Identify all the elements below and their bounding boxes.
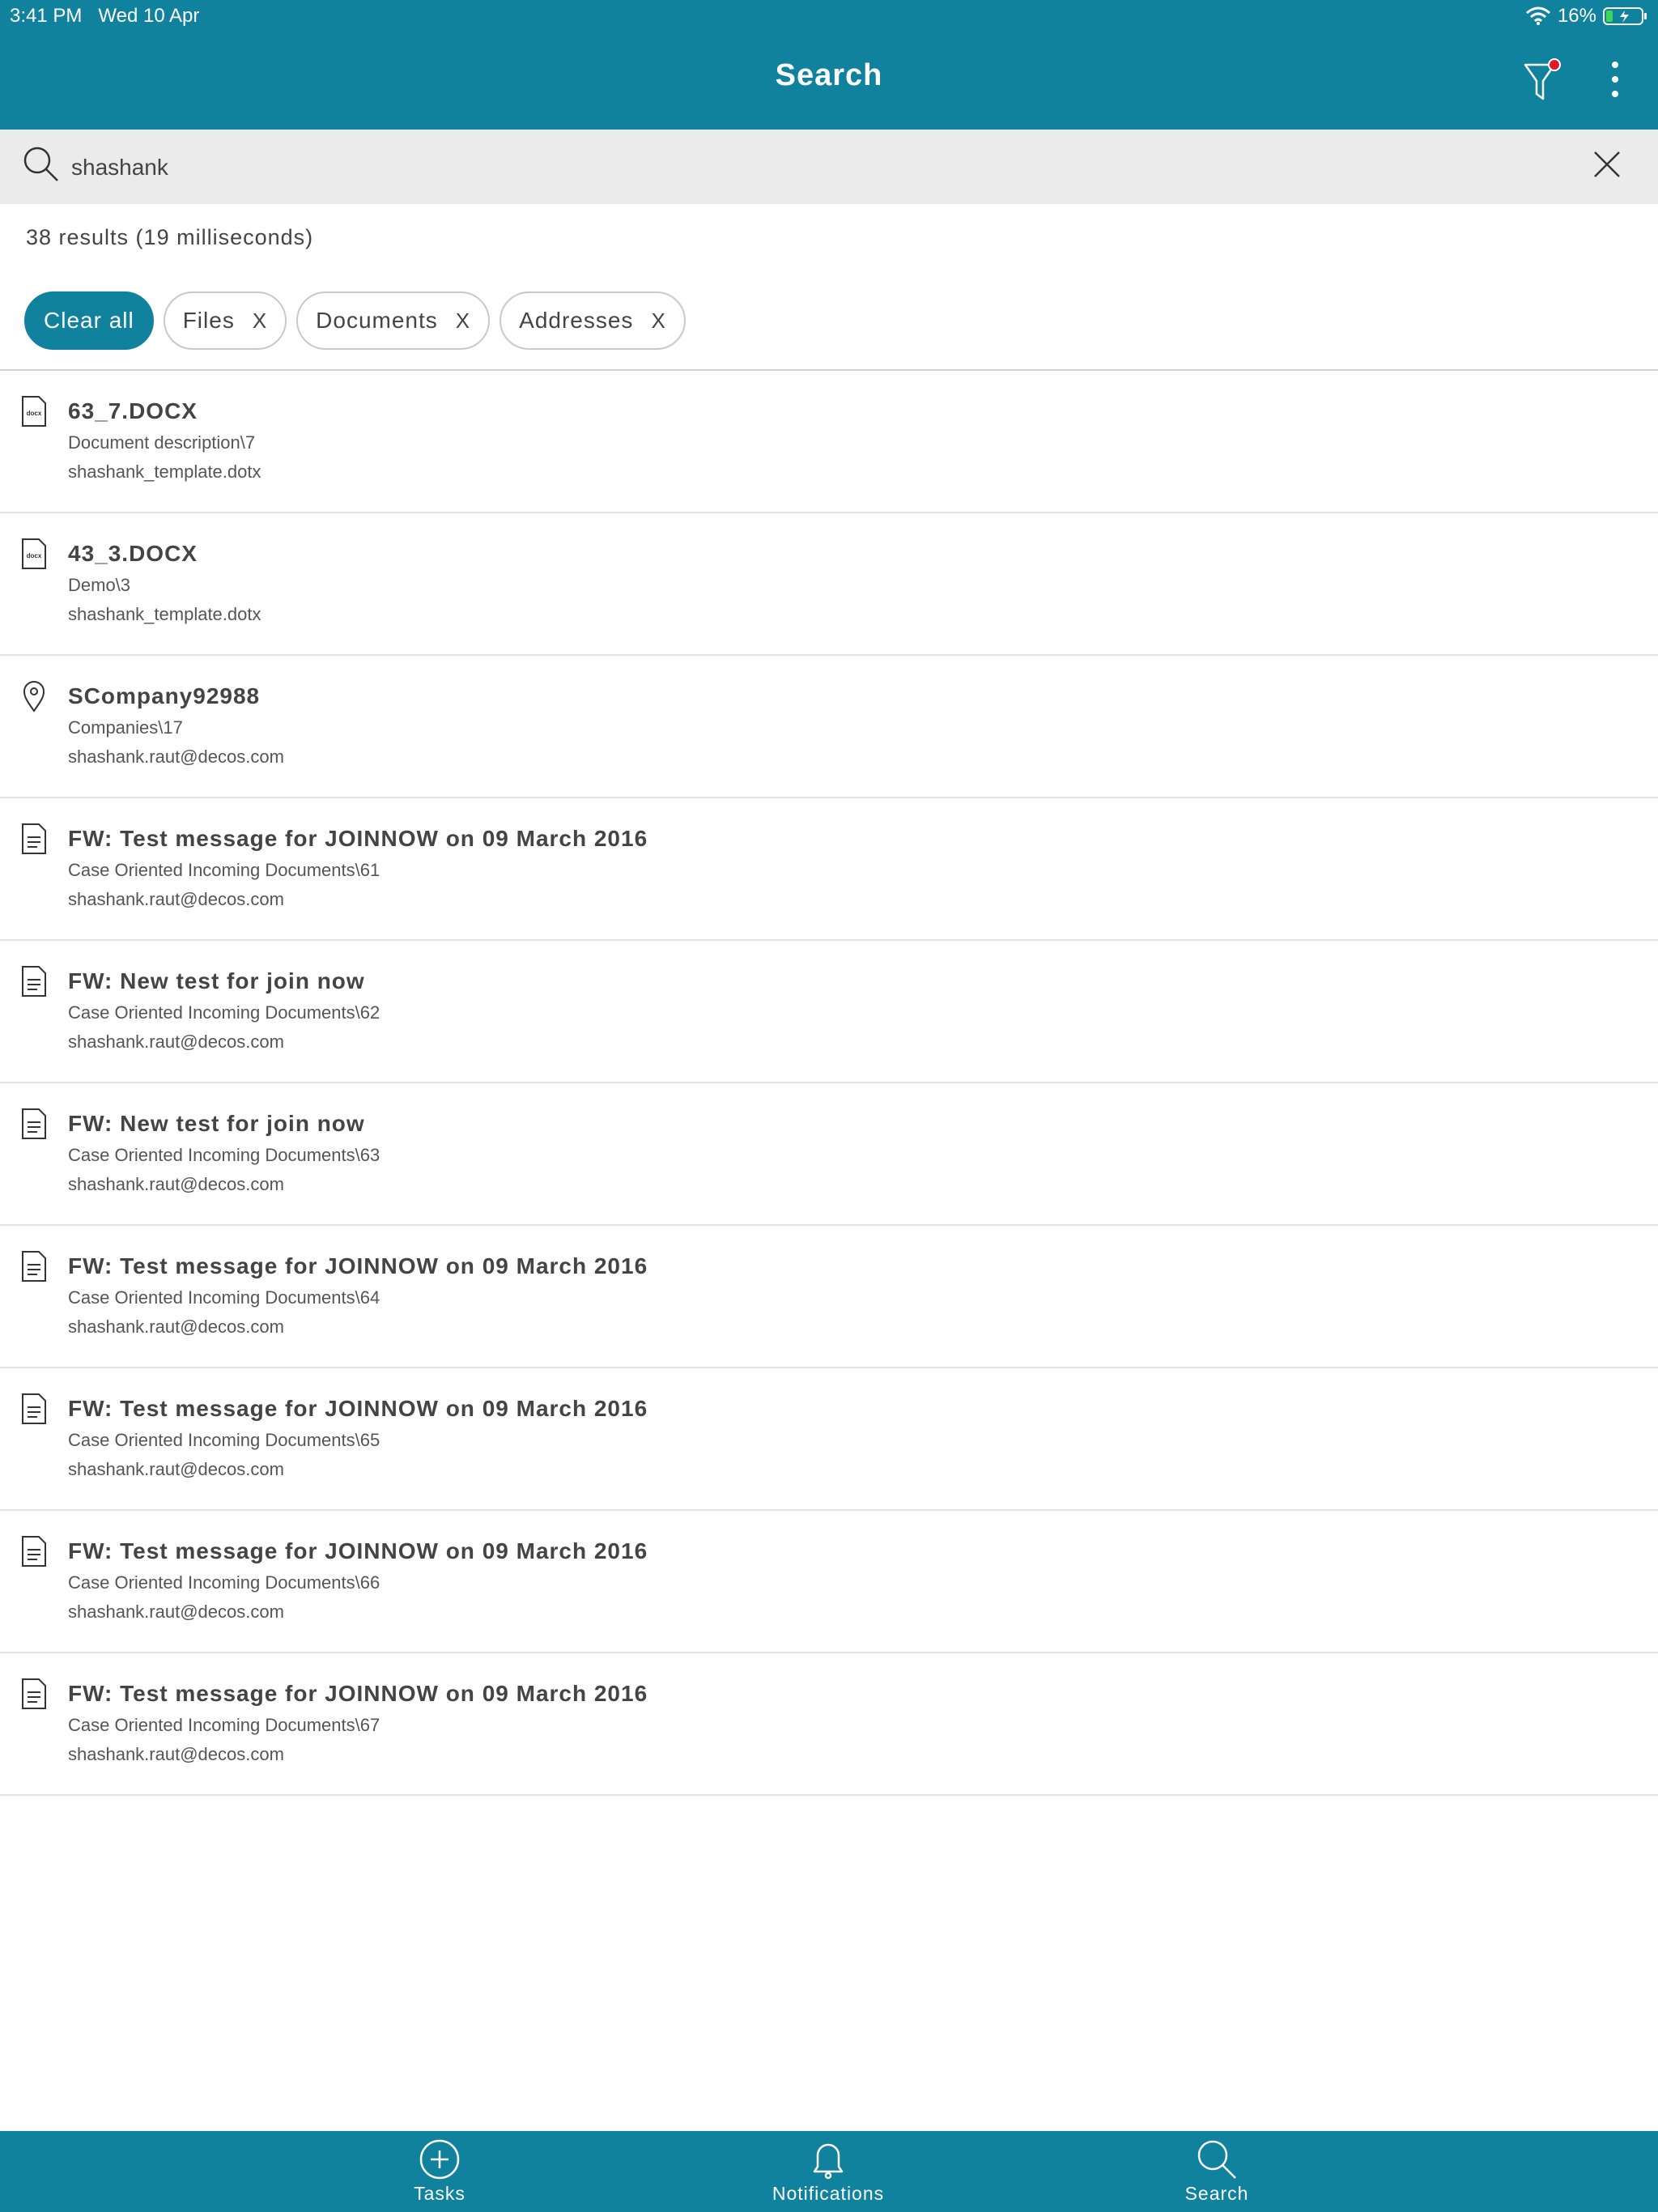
- clear-all-label: Clear all: [44, 308, 134, 333]
- close-icon: [1594, 151, 1620, 177]
- result-meta: shashank.raut@decos.com: [68, 1317, 284, 1337]
- docx-file-icon: docx: [22, 396, 46, 427]
- result-meta: shashank_template.dotx: [68, 462, 261, 482]
- status-time: 3:41 PM Wed 10 Apr: [10, 5, 199, 28]
- chip-label: Files: [182, 308, 235, 333]
- tab-label: Tasks: [414, 2183, 466, 2204]
- results-summary: 38 results (19 milliseconds): [26, 225, 314, 249]
- result-meta: shashank_template.dotx: [68, 604, 261, 624]
- remove-chip-icon[interactable]: X: [651, 308, 665, 334]
- bell-icon: [813, 2143, 844, 2180]
- result-title: FW: Test message for JOINNOW on 09 March…: [68, 1681, 648, 1706]
- filter-button[interactable]: [1522, 57, 1566, 105]
- status-right: 16%: [1525, 5, 1648, 28]
- result-title: FW: Test message for JOINNOW on 09 March…: [68, 1396, 648, 1421]
- result-row[interactable]: docx 63_7.DOCX Document description\7 sh…: [0, 371, 1658, 513]
- filter-chip-documents[interactable]: Documents X: [296, 291, 491, 350]
- result-row[interactable]: FW: Test message for JOINNOW on 09 March…: [0, 798, 1658, 941]
- docx-file-icon: docx: [22, 538, 46, 569]
- document-icon: [22, 1536, 46, 1567]
- document-icon: [22, 1108, 46, 1139]
- filter-chip-addresses[interactable]: Addresses X: [500, 291, 686, 350]
- result-meta: shashank.raut@decos.com: [68, 1744, 284, 1764]
- result-meta: shashank.raut@decos.com: [68, 1459, 284, 1479]
- wifi-icon: [1525, 6, 1550, 25]
- chip-label: Addresses: [519, 308, 634, 333]
- tab-label: Search: [1184, 2183, 1249, 2204]
- app-header: 3:41 PM Wed 10 Apr 16% Search: [0, 0, 1658, 130]
- tab-notifications[interactable]: Notifications: [707, 2131, 950, 2212]
- search-icon: [1197, 2140, 1236, 2179]
- result-path: Case Oriented Incoming Documents\65: [68, 1430, 380, 1450]
- result-title: FW: Test message for JOINNOW on 09 March…: [68, 1538, 648, 1563]
- result-title: FW: New test for join now: [68, 1111, 365, 1136]
- results-list: docx 63_7.DOCX Document description\7 sh…: [0, 371, 1658, 1796]
- search-bar: [0, 130, 1658, 204]
- result-meta: shashank.raut@decos.com: [68, 747, 284, 767]
- remove-chip-icon[interactable]: X: [253, 308, 267, 334]
- search-icon: [23, 147, 58, 181]
- result-path: Case Oriented Incoming Documents\64: [68, 1287, 380, 1308]
- result-title: FW: New test for join now: [68, 968, 365, 993]
- result-path: Demo\3: [68, 575, 131, 595]
- bottom-tab-bar: Tasks Notifications Search: [0, 2131, 1658, 2212]
- result-title: 63_7.DOCX: [68, 398, 198, 423]
- status-clock: 3:41 PM: [10, 5, 83, 27]
- result-path: Case Oriented Incoming Documents\61: [68, 860, 380, 880]
- status-date: Wed 10 Apr: [98, 5, 200, 27]
- result-meta: shashank.raut@decos.com: [68, 1174, 284, 1194]
- result-path: Case Oriented Incoming Documents\66: [68, 1572, 380, 1593]
- result-title: FW: Test message for JOINNOW on 09 March…: [68, 826, 648, 851]
- document-icon: [22, 1251, 46, 1282]
- result-row[interactable]: SCompany92988 Companies\17 shashank.raut…: [0, 656, 1658, 798]
- battery-percent: 16%: [1557, 5, 1596, 27]
- more-vertical-icon: [1612, 62, 1618, 97]
- clear-all-button[interactable]: Clear all: [24, 291, 154, 350]
- remove-chip-icon[interactable]: X: [456, 308, 470, 334]
- result-row[interactable]: FW: New test for join now Case Oriented …: [0, 941, 1658, 1083]
- document-icon: [22, 823, 46, 854]
- result-title: FW: Test message for JOINNOW on 09 March…: [68, 1253, 648, 1278]
- document-icon: [22, 1393, 46, 1424]
- result-path: Document description\7: [68, 432, 256, 453]
- tab-tasks[interactable]: Tasks: [318, 2131, 561, 2212]
- result-path: Case Oriented Incoming Documents\62: [68, 1002, 380, 1023]
- more-options-button[interactable]: [1601, 58, 1629, 102]
- add-circle-icon: [419, 2139, 460, 2180]
- result-row[interactable]: FW: New test for join now Case Oriented …: [0, 1083, 1658, 1226]
- filter-chips: Clear all Files X Documents X Addresses …: [24, 291, 686, 350]
- result-title: SCompany92988: [68, 683, 261, 708]
- location-pin-icon: [23, 681, 45, 713]
- result-meta: shashank.raut@decos.com: [68, 1032, 284, 1052]
- result-row[interactable]: FW: Test message for JOINNOW on 09 March…: [0, 1511, 1658, 1653]
- result-row[interactable]: FW: Test message for JOINNOW on 09 March…: [0, 1226, 1658, 1368]
- result-row[interactable]: FW: Test message for JOINNOW on 09 March…: [0, 1653, 1658, 1796]
- document-icon: [22, 1678, 46, 1709]
- document-icon: [22, 966, 46, 997]
- battery-icon: [1603, 7, 1647, 25]
- result-title: 43_3.DOCX: [68, 541, 198, 566]
- result-row[interactable]: FW: Test message for JOINNOW on 09 March…: [0, 1368, 1658, 1511]
- svg-text:docx: docx: [27, 410, 42, 417]
- tab-search[interactable]: Search: [1095, 2131, 1338, 2212]
- result-meta: shashank.raut@decos.com: [68, 889, 284, 909]
- chip-label: Documents: [316, 308, 438, 333]
- result-path: Case Oriented Incoming Documents\63: [68, 1145, 380, 1165]
- svg-text:docx: docx: [27, 552, 42, 559]
- filter-icon: [1524, 58, 1561, 100]
- result-path: Companies\17: [68, 717, 183, 738]
- tab-label: Notifications: [772, 2183, 885, 2204]
- filter-chip-files[interactable]: Files X: [163, 291, 287, 350]
- page-title: Search: [775, 58, 883, 92]
- result-row[interactable]: docx 43_3.DOCX Demo\3 shashank_template.…: [0, 513, 1658, 656]
- search-input[interactable]: [71, 147, 1528, 188]
- clear-search-button[interactable]: [1593, 151, 1621, 178]
- result-path: Case Oriented Incoming Documents\67: [68, 1715, 380, 1735]
- result-meta: shashank.raut@decos.com: [68, 1602, 284, 1622]
